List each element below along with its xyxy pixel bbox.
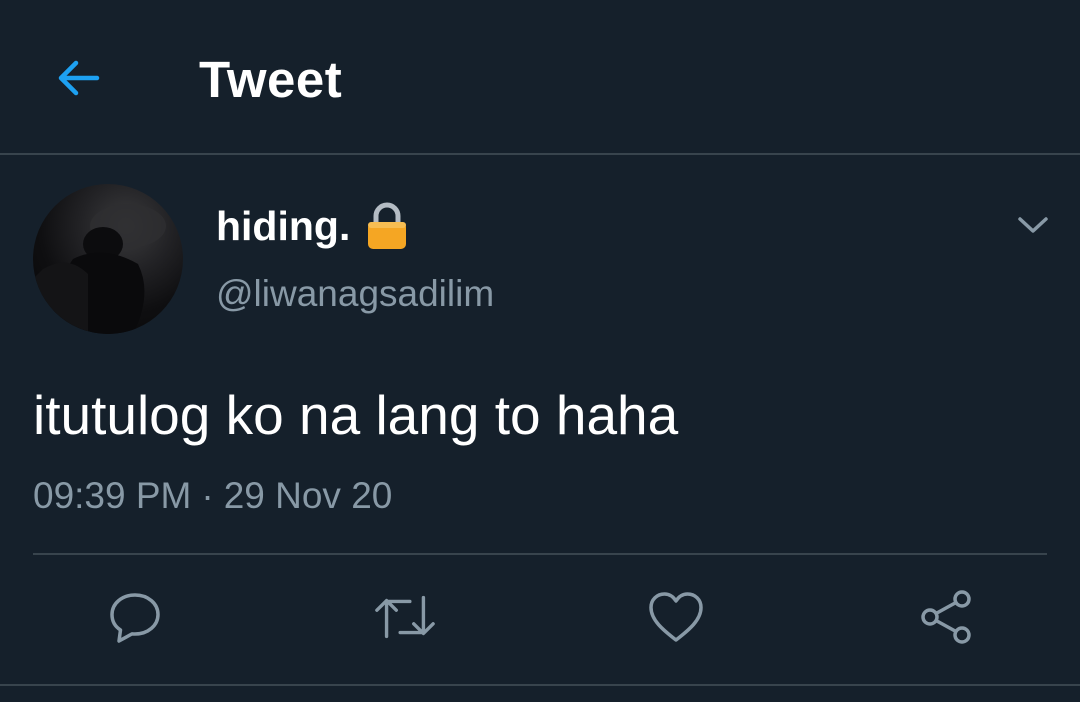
tweet-timestamp[interactable]: 09:39 PM · 29 Nov 20 bbox=[33, 472, 392, 520]
chevron-down-icon bbox=[1018, 217, 1048, 233]
heart-icon bbox=[649, 592, 703, 642]
avatar[interactable] bbox=[33, 184, 183, 334]
tweet-options-button[interactable] bbox=[1010, 202, 1056, 248]
meta-divider bbox=[33, 553, 1047, 555]
bottom-divider bbox=[0, 684, 1080, 686]
header-divider bbox=[0, 153, 1080, 155]
retweet-icon bbox=[375, 595, 435, 639]
author-handle[interactable]: @liwanagsadilim bbox=[216, 270, 494, 318]
author-name-row[interactable]: hiding. bbox=[216, 200, 408, 252]
reply-button[interactable] bbox=[103, 585, 167, 649]
arrow-left-icon bbox=[58, 60, 100, 96]
meta-separator: · bbox=[201, 475, 214, 516]
tweet-time: 09:39 PM bbox=[33, 475, 192, 516]
page-title: Tweet bbox=[199, 51, 343, 108]
tweet-text: itutulog ko na lang to haha bbox=[33, 384, 679, 446]
back-button[interactable] bbox=[40, 46, 116, 110]
reply-icon bbox=[110, 593, 160, 643]
display-name: hiding. bbox=[216, 203, 351, 249]
lock-icon bbox=[366, 201, 408, 251]
like-button[interactable] bbox=[644, 585, 708, 649]
share-button[interactable] bbox=[914, 585, 978, 649]
share-icon bbox=[921, 590, 971, 644]
tweet-date: 29 Nov 20 bbox=[223, 475, 393, 516]
avatar-photo bbox=[33, 204, 166, 334]
retweet-button[interactable] bbox=[373, 585, 437, 649]
